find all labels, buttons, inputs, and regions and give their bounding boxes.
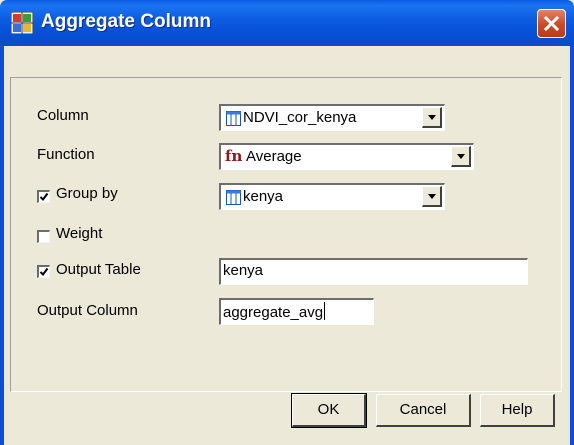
chevron-down-icon	[457, 154, 465, 159]
title-bar[interactable]: Aggregate Column	[0, 0, 574, 46]
text-caret	[324, 302, 326, 320]
group-by-checkbox[interactable]	[37, 190, 50, 203]
output-column-label: Output Column	[37, 302, 138, 319]
ok-button[interactable]: OK	[291, 393, 367, 428]
output-table-input[interactable]: kenya	[219, 258, 528, 285]
window-title: Aggregate Column	[41, 11, 211, 32]
column-dropdown-button[interactable]	[422, 107, 442, 128]
function-label: Function	[37, 146, 95, 163]
aggregate-column-dialog: Aggregate Column Column NDVI_cor_kenya F…	[0, 0, 574, 445]
group-by-label: Group by	[56, 185, 118, 202]
table-icon	[226, 111, 241, 126]
cancel-button[interactable]: Cancel	[376, 394, 471, 427]
group-by-dropdown-button[interactable]	[422, 186, 442, 207]
output-column-value: aggregate_avg	[223, 304, 324, 321]
output-table-label: Output Table	[56, 261, 141, 278]
checkmark-icon	[39, 267, 49, 277]
output-column-input[interactable]: aggregate_avg	[219, 298, 374, 325]
fn-icon: fn	[225, 147, 243, 165]
chevron-down-icon	[428, 194, 436, 199]
chevron-down-icon	[428, 115, 436, 120]
column-select[interactable]: NDVI_cor_kenya	[219, 104, 445, 131]
close-icon	[543, 15, 560, 32]
help-button[interactable]: Help	[480, 394, 555, 427]
output-table-checkbox[interactable]	[37, 265, 50, 278]
group-by-value: kenya	[243, 188, 284, 205]
column-label: Column	[37, 107, 89, 124]
column-value: NDVI_cor_kenya	[243, 109, 357, 126]
output-table-value: kenya	[223, 262, 264, 279]
weight-checkbox[interactable]	[37, 230, 50, 243]
map-grid-icon	[10, 11, 34, 35]
window-frame-left	[0, 46, 4, 445]
checkmark-icon	[39, 192, 49, 202]
function-dropdown-button[interactable]	[451, 146, 471, 167]
close-button[interactable]	[537, 9, 566, 38]
weight-label: Weight	[56, 225, 103, 242]
window-frame-right	[570, 46, 574, 445]
function-select[interactable]: fn Average	[219, 143, 474, 170]
group-by-select[interactable]: kenya	[219, 183, 445, 210]
function-value: Average	[246, 148, 302, 165]
table-icon	[226, 190, 241, 205]
